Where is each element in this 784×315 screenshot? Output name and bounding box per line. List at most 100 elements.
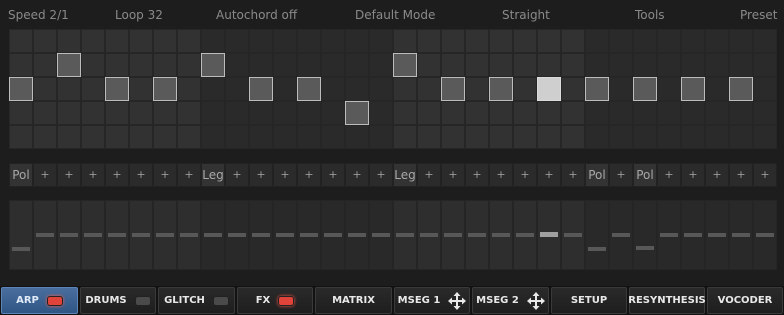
step-cell[interactable] [609,29,633,53]
step-cell[interactable] [657,53,681,77]
step-cell[interactable] [57,101,81,125]
step-cell[interactable] [585,53,609,77]
active-step[interactable] [393,53,417,77]
velocity-bar[interactable] [588,247,606,251]
velocity-bar[interactable] [108,233,126,237]
step-cell[interactable] [33,77,57,101]
velocity-bar[interactable] [444,233,462,237]
step-cell[interactable] [417,53,441,77]
step-cell[interactable] [249,101,273,125]
mode-add-button[interactable]: + [369,163,393,187]
mode-add-button[interactable]: + [273,163,297,187]
velocity-column[interactable] [753,200,777,270]
velocity-bar[interactable] [372,233,390,237]
step-cell[interactable] [57,29,81,53]
step-cell[interactable] [105,101,129,125]
mode-add-button[interactable]: + [729,163,753,187]
tab-resynthesis[interactable]: RESYNTHESIS [628,287,706,314]
step-cell[interactable] [81,29,105,53]
velocity-bar[interactable] [60,233,78,237]
velocity-bar[interactable] [612,233,630,237]
step-cell[interactable] [753,125,777,149]
step-cell[interactable] [681,101,705,125]
step-cell[interactable] [273,29,297,53]
step-cell[interactable] [465,101,489,125]
step-cell[interactable] [489,101,513,125]
velocity-column[interactable] [177,200,201,270]
tab-fx[interactable]: FX [237,287,313,314]
velocity-column[interactable] [393,200,417,270]
step-cell[interactable] [81,101,105,125]
step-cell[interactable] [441,53,465,77]
step-cell[interactable] [201,77,225,101]
step-cell[interactable] [417,77,441,101]
active-step[interactable] [537,77,561,101]
step-cell[interactable] [297,29,321,53]
velocity-column[interactable] [297,200,321,270]
velocity-bar[interactable] [708,233,726,237]
active-step[interactable] [201,53,225,77]
velocity-bar[interactable] [516,233,534,237]
mode-add-button[interactable]: + [609,163,633,187]
step-cell[interactable] [345,29,369,53]
step-cell[interactable] [513,29,537,53]
active-step[interactable] [9,77,33,101]
active-step[interactable] [153,77,177,101]
step-cell[interactable] [345,77,369,101]
velocity-bar[interactable] [636,246,654,250]
step-cell[interactable] [57,77,81,101]
step-cell[interactable] [657,29,681,53]
mode-add-button[interactable]: + [537,163,561,187]
velocity-column[interactable] [369,200,393,270]
step-cell[interactable] [561,125,585,149]
step-cell[interactable] [393,125,417,149]
velocity-column[interactable] [681,200,705,270]
step-cell[interactable] [729,29,753,53]
mode-add-button[interactable]: + [177,163,201,187]
active-step[interactable] [489,77,513,101]
velocity-bar[interactable] [228,233,246,237]
velocity-column[interactable] [81,200,105,270]
step-cell[interactable] [201,29,225,53]
mode-label[interactable]: Pol [633,163,657,187]
step-cell[interactable] [441,101,465,125]
step-cell[interactable] [105,125,129,149]
step-cell[interactable] [753,101,777,125]
mode-label[interactable]: Leg [393,163,417,187]
velocity-column[interactable] [345,200,369,270]
step-cell[interactable] [297,125,321,149]
velocity-bar[interactable] [660,233,678,237]
step-cell[interactable] [297,53,321,77]
step-cell[interactable] [105,53,129,77]
step-cell[interactable] [513,101,537,125]
velocity-column[interactable] [417,200,441,270]
step-cell[interactable] [537,101,561,125]
velocity-column[interactable] [609,200,633,270]
step-cell[interactable] [369,29,393,53]
step-cell[interactable] [585,125,609,149]
step-cell[interactable] [681,125,705,149]
step-cell[interactable] [657,101,681,125]
mode-add-button[interactable]: + [33,163,57,187]
step-cell[interactable] [465,125,489,149]
mode-add-button[interactable]: + [465,163,489,187]
step-cell[interactable] [9,53,33,77]
step-cell[interactable] [321,77,345,101]
step-cell[interactable] [633,29,657,53]
step-cell[interactable] [369,77,393,101]
mode-add-button[interactable]: + [417,163,441,187]
step-cell[interactable] [393,77,417,101]
step-cell[interactable] [345,125,369,149]
tab-setup[interactable]: SETUP [551,287,627,314]
step-cell[interactable] [705,77,729,101]
velocity-bar[interactable] [132,233,150,237]
step-cell[interactable] [129,77,153,101]
tab-mseg-1[interactable]: MSEG 1 [394,287,470,314]
velocity-column[interactable] [441,200,465,270]
step-cell[interactable] [249,53,273,77]
step-cell[interactable] [345,53,369,77]
step-cell[interactable] [225,29,249,53]
velocity-bar[interactable] [468,233,486,237]
step-cell[interactable] [321,29,345,53]
mode-add-button[interactable]: + [105,163,129,187]
